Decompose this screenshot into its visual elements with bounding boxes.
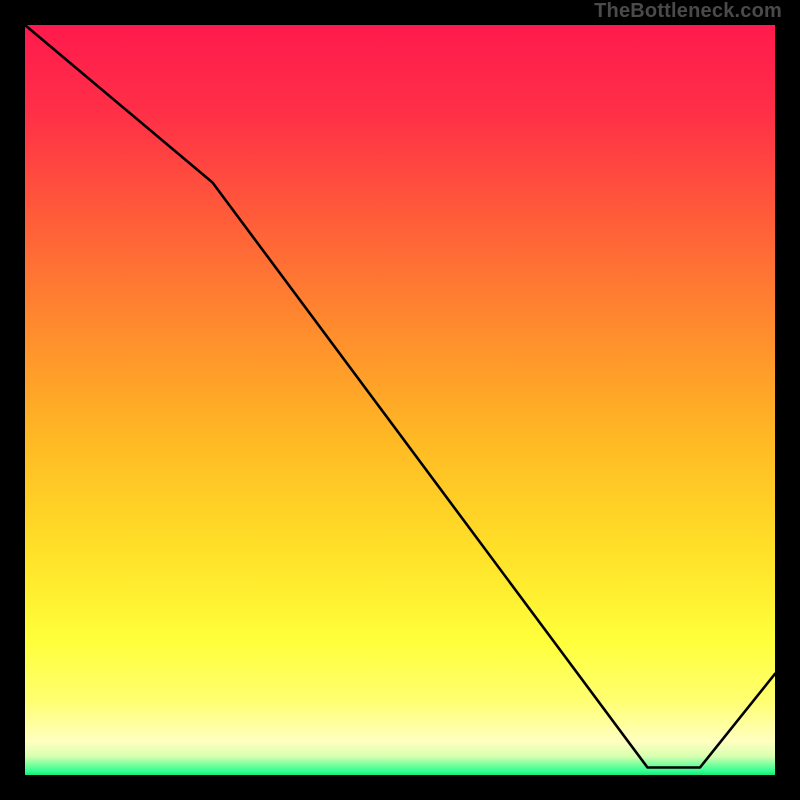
watermark-text: TheBottleneck.com	[594, 0, 782, 23]
chart-container: TheBottleneck.com	[0, 0, 800, 800]
gradient-background	[25, 25, 775, 775]
bottleneck-chart	[25, 25, 775, 775]
